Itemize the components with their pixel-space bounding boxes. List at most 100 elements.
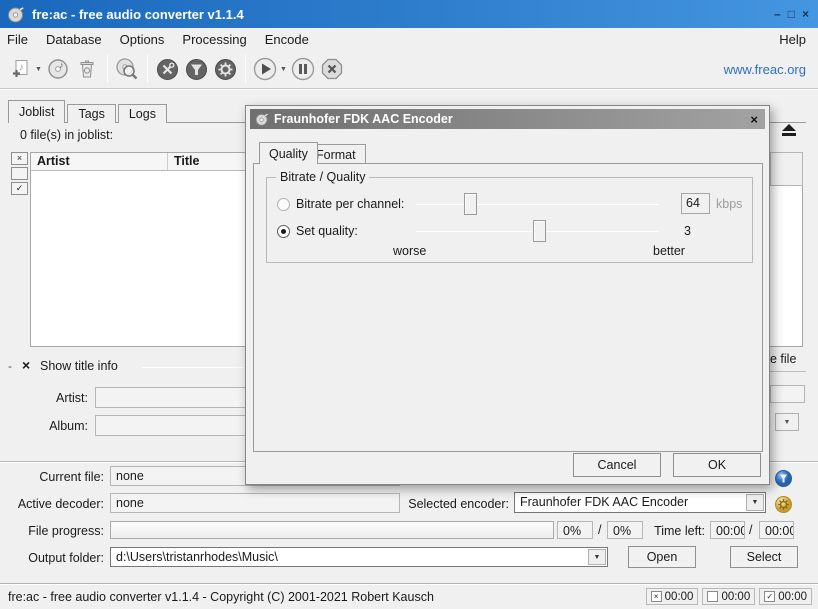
time-selected-segment: × 00:00 <box>646 588 699 605</box>
toolbar: ♪ ▼ ♪ <box>0 50 818 89</box>
add-cd-tracks-button[interactable]: ♪ <box>44 54 73 84</box>
toolbar-separator <box>147 55 148 83</box>
general-settings-button[interactable] <box>153 54 182 84</box>
play-icon <box>253 57 277 81</box>
file-progress-label: File progress: <box>4 524 104 538</box>
pause-encoding-button[interactable] <box>289 54 318 84</box>
empty-box-icon <box>707 591 718 602</box>
statusbar-text: fre:ac - free audio converter v1.1.4 - C… <box>0 590 434 604</box>
menu-processing[interactable]: Processing <box>173 29 255 50</box>
show-title-info-label[interactable]: Show title info <box>40 359 118 373</box>
eject-icon <box>782 124 796 131</box>
encoder-settings-button[interactable] <box>211 54 240 84</box>
slash-separator: / <box>749 523 752 537</box>
selected-encoder-label: Selected encoder: <box>405 497 509 511</box>
start-encoding-dropdown-icon[interactable]: ▼ <box>280 66 287 73</box>
add-files-icon: ♪ <box>10 58 32 80</box>
album-field[interactable] <box>95 415 246 436</box>
select-all-button[interactable]: × <box>11 152 28 165</box>
menu-encode[interactable]: Encode <box>256 29 318 50</box>
main-tabs: Joblist Tags Logs <box>8 100 167 123</box>
occluded-combo-fragment[interactable]: ▼ <box>775 413 799 431</box>
splitter-handle[interactable]: - <box>8 359 12 373</box>
menu-help[interactable]: Help <box>767 29 818 50</box>
ok-button[interactable]: OK <box>673 453 761 477</box>
tab-joblist[interactable]: Joblist <box>8 100 65 123</box>
add-files-button[interactable]: ♪ <box>6 54 35 84</box>
album-label: Album: <box>0 419 88 433</box>
select-button[interactable]: Select <box>730 546 798 568</box>
wrench-icon <box>156 58 179 81</box>
dialog-logo-icon <box>255 112 269 126</box>
dialog-titlebar: Fraunhofer FDK AAC Encoder × <box>250 109 765 129</box>
svg-text:♪: ♪ <box>19 62 24 72</box>
menu-database[interactable]: Database <box>37 29 111 50</box>
encoder-config-dialog: Fraunhofer FDK AAC Encoder × Quality For… <box>245 105 770 485</box>
occluded-label-fragment: e file <box>770 352 796 366</box>
dialog-tab-quality[interactable]: Quality <box>259 142 318 164</box>
stop-icon <box>320 57 344 81</box>
check-box-icon: ✓ <box>764 591 775 602</box>
query-cddb-button[interactable] <box>113 54 142 84</box>
time-left-label: Time left: <box>648 524 705 538</box>
gear-icon <box>214 58 237 81</box>
close-button[interactable]: × <box>802 8 809 20</box>
freedb-orb-icon[interactable] <box>775 470 792 487</box>
maximize-button[interactable]: □ <box>788 8 795 20</box>
output-folder-combo[interactable]: d:\Users\tristanrhodes\Music\ ▼ <box>110 547 608 567</box>
app-logo-icon <box>7 5 25 23</box>
window-title: fre:ac - free audio converter v1.1.4 <box>32 7 244 22</box>
open-button[interactable]: Open <box>628 546 696 568</box>
menubar: File Database Options Processing Encode … <box>0 28 818 50</box>
time-left-file-field: 00:00 <box>710 521 745 539</box>
minimize-button[interactable]: – <box>774 8 781 20</box>
output-folder-label: Output folder: <box>4 551 104 565</box>
percent-total-field: 0% <box>607 521 643 539</box>
joblist-count: 0 file(s) in joblist: <box>20 128 113 142</box>
cancel-button[interactable]: Cancel <box>573 453 661 477</box>
menu-file[interactable]: File <box>0 29 37 50</box>
add-files-dropdown-icon[interactable]: ▼ <box>35 66 42 73</box>
toggle-selection-button[interactable]: ✓ <box>11 182 28 195</box>
file-progress-bar <box>110 521 554 539</box>
time-total-segment: ✓ 00:00 <box>759 588 812 605</box>
gold-gear-orb-icon[interactable] <box>775 496 792 513</box>
chevron-down-icon[interactable]: ▼ <box>746 494 764 511</box>
dialog-title: Fraunhofer FDK AAC Encoder <box>274 112 453 126</box>
funnel-icon <box>185 58 208 81</box>
active-decoder-field: none <box>110 493 400 513</box>
tab-tags[interactable]: Tags <box>67 104 115 123</box>
window-titlebar: fre:ac - free audio converter v1.1.4 – □… <box>0 0 818 28</box>
select-none-button[interactable] <box>11 167 28 180</box>
selected-encoder-dropdown[interactable]: Fraunhofer FDK AAC Encoder ▼ <box>514 492 766 513</box>
occluded-field-fragment <box>770 385 805 403</box>
percent-file-field: 0% <box>557 521 593 539</box>
stop-encoding-button[interactable] <box>318 54 347 84</box>
processing-settings-button[interactable] <box>182 54 211 84</box>
current-file-label: Current file: <box>4 470 104 484</box>
clear-joblist-button[interactable] <box>73 54 102 84</box>
show-title-info-checkbox[interactable]: × <box>22 357 30 373</box>
group-title: Bitrate / Quality <box>276 170 369 184</box>
svg-text:♪: ♪ <box>59 60 64 70</box>
artist-field[interactable] <box>95 387 246 408</box>
chevron-down-icon[interactable]: ▼ <box>588 549 606 565</box>
dialog-tab-panel <box>253 163 763 452</box>
start-encoding-button[interactable] <box>251 54 280 84</box>
menu-options[interactable]: Options <box>111 29 174 50</box>
list-corner-box <box>770 152 803 186</box>
eject-button[interactable] <box>777 124 801 140</box>
dialog-close-button[interactable]: × <box>750 112 758 127</box>
group-line <box>142 367 244 368</box>
tab-logs[interactable]: Logs <box>118 104 167 123</box>
trash-icon <box>76 58 98 80</box>
cd-note-icon: ♪ <box>47 58 69 80</box>
time-unselected-segment: 00:00 <box>702 588 755 605</box>
statusbar: fre:ac - free audio converter v1.1.4 - C… <box>0 583 818 609</box>
toolbar-separator <box>245 55 246 83</box>
slash-separator: / <box>598 523 601 537</box>
website-link[interactable]: www.freac.org <box>724 62 812 77</box>
checked-box-icon: × <box>651 591 662 602</box>
pause-icon <box>291 57 315 81</box>
column-header-artist[interactable]: Artist <box>31 153 168 170</box>
